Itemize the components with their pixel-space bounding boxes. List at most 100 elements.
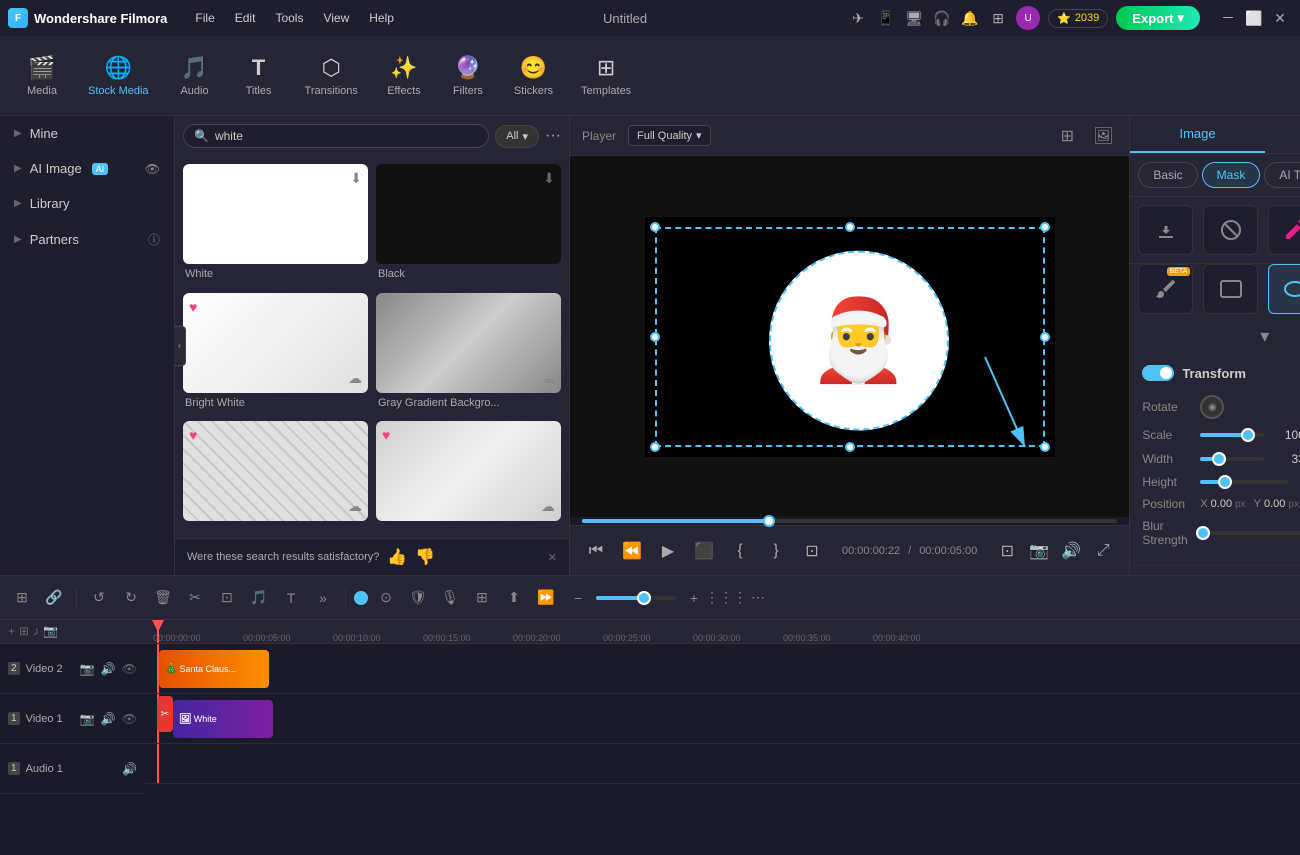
- zoom-handle[interactable]: [637, 591, 651, 605]
- handle-tm[interactable]: [845, 222, 855, 232]
- thumbs-down-icon[interactable]: 👎: [415, 547, 435, 567]
- crop-button[interactable]: ⊡: [993, 537, 1021, 565]
- mark-in-button[interactable]: {: [726, 537, 754, 565]
- width-slider[interactable]: [1200, 457, 1263, 461]
- timeline-text-button[interactable]: T: [277, 584, 305, 612]
- handle-tr[interactable]: [1040, 222, 1050, 232]
- rotate-dial[interactable]: ◉: [1200, 395, 1224, 419]
- quality-selector[interactable]: Full Quality ▾: [628, 125, 711, 146]
- snapshot-button[interactable]: 📷: [1025, 537, 1053, 565]
- timeline-extra-btn-2[interactable]: 🛡: [404, 584, 432, 612]
- video2-camera-icon[interactable]: 📷: [80, 662, 95, 676]
- scale-handle[interactable]: [1241, 428, 1255, 442]
- mask-none-button[interactable]: [1203, 205, 1258, 255]
- screen-icon[interactable]: 🖥: [904, 8, 924, 28]
- timeline-speed-button[interactable]: ⏩: [532, 584, 560, 612]
- handle-tl[interactable]: [650, 222, 660, 232]
- sub-tab-basic[interactable]: Basic: [1138, 162, 1197, 188]
- tool-effects[interactable]: ✨ Effects: [374, 47, 434, 105]
- mask-import-button[interactable]: [1138, 205, 1193, 255]
- handle-br[interactable]: [1040, 442, 1050, 452]
- video1-eye-icon[interactable]: 👁: [122, 712, 137, 726]
- fullscreen-button[interactable]: ⤢: [1089, 537, 1117, 565]
- search-input[interactable]: [215, 129, 478, 143]
- cloud-icon[interactable]: ✈: [848, 8, 868, 28]
- filter-all-button[interactable]: All ▾: [495, 125, 539, 148]
- list-item[interactable]: ⬇ White: [183, 164, 368, 285]
- timeline-split-button[interactable]: ✂: [181, 584, 209, 612]
- stop-button[interactable]: ⬛: [690, 537, 718, 565]
- grid-icon[interactable]: ⊞: [988, 8, 1008, 28]
- video2-eye-icon[interactable]: 👁: [122, 662, 137, 676]
- transform-toggle[interactable]: [1142, 365, 1174, 381]
- playback-progress-bar[interactable]: [582, 519, 1117, 523]
- more-options-button[interactable]: ···: [545, 127, 561, 145]
- satisfaction-close-button[interactable]: ✕: [548, 551, 557, 564]
- close-button[interactable]: ✕: [1268, 6, 1292, 30]
- split-view-icon[interactable]: ⊞: [1053, 122, 1081, 150]
- screenshot-icon[interactable]: 🖼: [1089, 122, 1117, 150]
- timeline-audio-button[interactable]: 🎵: [245, 584, 273, 612]
- blur-handle[interactable]: [1196, 526, 1210, 540]
- sub-tab-ai-tools[interactable]: AI Tools: [1264, 162, 1300, 188]
- tool-stickers[interactable]: 😊 Stickers: [502, 47, 565, 105]
- audio1-mute-icon[interactable]: 🔊: [122, 762, 137, 776]
- bell-icon[interactable]: 🔔: [960, 8, 980, 28]
- tool-titles[interactable]: T Titles: [229, 47, 289, 105]
- list-item[interactable]: ♥ ☁: [376, 421, 561, 530]
- more-masks-button[interactable]: ▾: [1260, 326, 1269, 347]
- mask-beta-button[interactable]: BETA: [1138, 264, 1193, 314]
- minimize-button[interactable]: －: [1216, 6, 1240, 30]
- step-back-button[interactable]: ⏪: [618, 537, 646, 565]
- menu-tools[interactable]: Tools: [267, 9, 311, 27]
- mark-out-button[interactable]: }: [762, 537, 790, 565]
- tab-image[interactable]: Image: [1130, 116, 1265, 153]
- track-camera-icon[interactable]: 📷: [43, 624, 58, 638]
- tool-templates[interactable]: ⊞ Templates: [569, 47, 643, 105]
- tool-transitions[interactable]: ⬡ Transitions: [293, 47, 370, 105]
- handle-mr[interactable]: [1040, 332, 1050, 342]
- timeline-more-button[interactable]: »: [309, 584, 337, 612]
- scale-slider[interactable]: [1200, 433, 1263, 437]
- timeline-minus-button[interactable]: −: [564, 584, 592, 612]
- clip-menu-button[interactable]: ⊡: [798, 537, 826, 565]
- timeline-extra-btn-1[interactable]: ⊙: [372, 584, 400, 612]
- points-badge[interactable]: ⭐ 2039: [1048, 9, 1108, 28]
- timeline-tool-magnet[interactable]: 🔗: [40, 584, 68, 612]
- timeline-crop-button[interactable]: ⊡: [213, 584, 241, 612]
- timeline-record-button[interactable]: [354, 591, 368, 605]
- sidebar-collapse-button[interactable]: ‹: [174, 326, 186, 366]
- tool-stock-media[interactable]: 🌐 Stock Media: [76, 47, 161, 105]
- clip-white[interactable]: 🖼 White: [173, 700, 273, 738]
- timeline-mic-button[interactable]: 🎙: [436, 584, 464, 612]
- timeline-tool-snap[interactable]: ⊞: [8, 584, 36, 612]
- user-avatar[interactable]: U: [1016, 6, 1040, 30]
- video1-audio-icon[interactable]: 🔊: [101, 712, 116, 726]
- devices-icon[interactable]: 📱: [876, 8, 896, 28]
- video2-audio-icon[interactable]: 🔊: [101, 662, 116, 676]
- sidebar-item-ai-image[interactable]: ▶ AI Image AI 👁: [0, 151, 174, 186]
- thumbs-up-icon[interactable]: 👍: [387, 547, 407, 567]
- menu-view[interactable]: View: [315, 9, 357, 27]
- mask-rectangle-button[interactable]: [1203, 264, 1258, 314]
- timeline-plus-button[interactable]: +: [680, 584, 708, 612]
- timeline-undo-button[interactable]: ↺: [85, 584, 113, 612]
- timeline-delete-button[interactable]: 🗑: [149, 584, 177, 612]
- sidebar-item-mine[interactable]: ▶ Mine: [0, 116, 174, 151]
- track-audio-icon[interactable]: ♪: [33, 624, 39, 638]
- list-item[interactable]: ☁ Gray Gradient Backgro...: [376, 293, 561, 414]
- add-track-icon[interactable]: +: [8, 624, 15, 638]
- timeline-layout-button[interactable]: ⊞: [468, 584, 496, 612]
- list-item[interactable]: ⬇ Black: [376, 164, 561, 285]
- handle-bm[interactable]: [845, 442, 855, 452]
- handle-ml[interactable]: [650, 332, 660, 342]
- tool-media[interactable]: 🎬 Media: [12, 47, 72, 105]
- list-item[interactable]: ♥ ☁ Bright White: [183, 293, 368, 414]
- height-handle[interactable]: [1218, 475, 1232, 489]
- sidebar-item-partners[interactable]: ▶ Partners ⓘ: [0, 221, 174, 258]
- timeline-zoom-slider[interactable]: [596, 596, 676, 600]
- volume-button[interactable]: 🔊: [1057, 537, 1085, 565]
- timeline-options-button[interactable]: ⋮⋮⋮: [712, 584, 740, 612]
- play-button[interactable]: ▶: [654, 537, 682, 565]
- tool-filters[interactable]: 🔮 Filters: [438, 47, 498, 105]
